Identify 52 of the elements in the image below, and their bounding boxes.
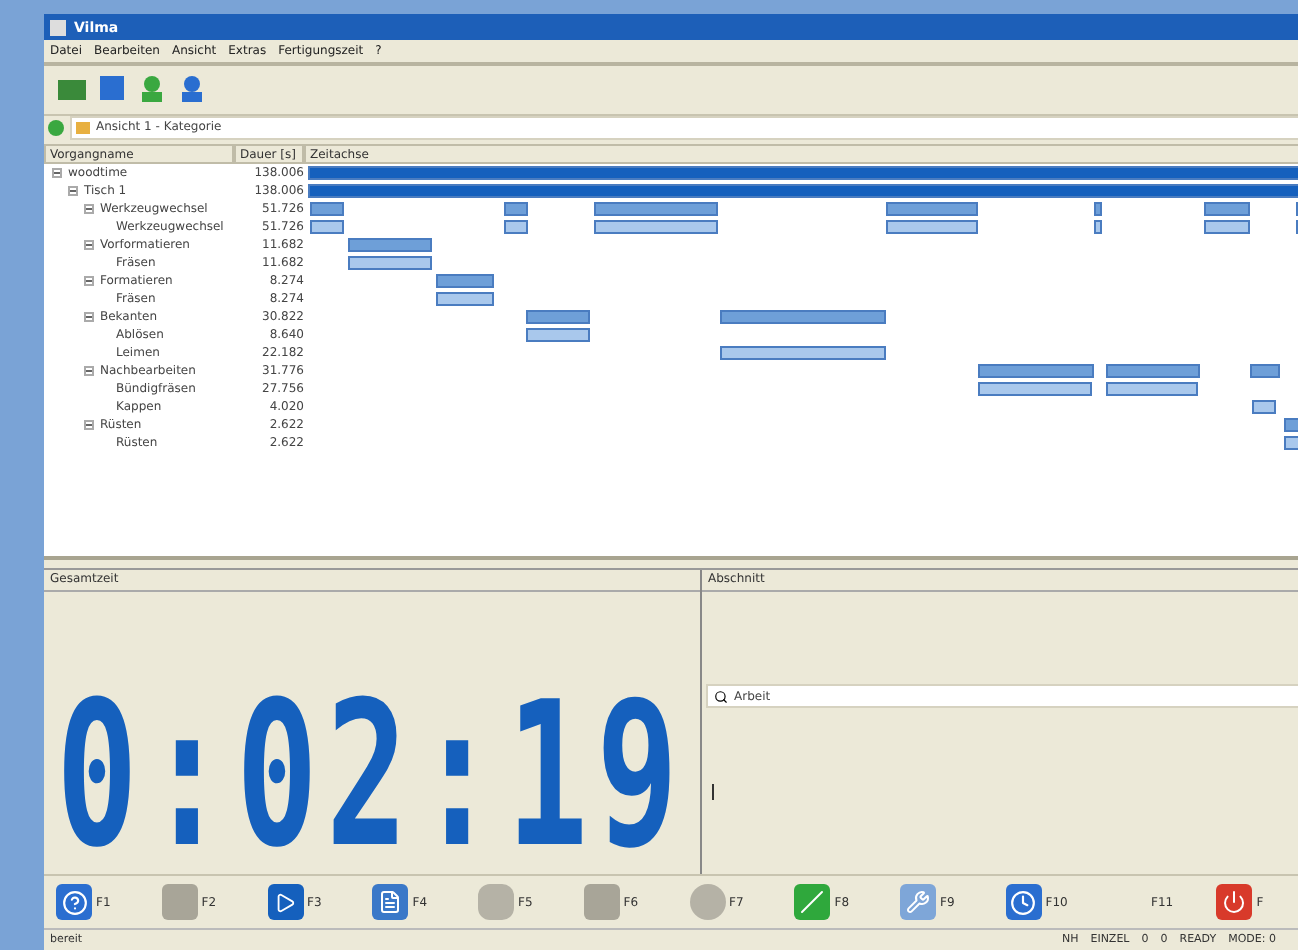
timeline-bar: [1250, 364, 1280, 378]
timeline-bar: [594, 202, 718, 216]
tree-toggle[interactable]: [84, 276, 94, 286]
timeline-bar: [348, 238, 432, 252]
timeline-bar: [310, 202, 344, 216]
timeline-bar: [1284, 418, 1298, 432]
timeline-bar: [1204, 202, 1250, 216]
power-icon: [1216, 884, 1253, 920]
timeline-bar: [978, 382, 1092, 396]
save-icon[interactable]: [96, 74, 128, 102]
timeline-bar: [1204, 220, 1250, 234]
tree-toggle[interactable]: [84, 312, 94, 322]
timeline-bar: [1284, 436, 1298, 450]
search-icon: [714, 689, 728, 703]
app-icon: [50, 19, 66, 35]
tree-toggle[interactable]: [84, 204, 94, 214]
help-icon: [56, 884, 92, 920]
timeline-bar: [886, 202, 978, 216]
circle-icon: [689, 884, 725, 920]
tree-toggle[interactable]: [84, 366, 94, 376]
tree-toggle[interactable]: [84, 240, 94, 250]
slash-icon: [794, 884, 831, 920]
tree-toggle[interactable]: [68, 186, 78, 196]
timeline-bar: [594, 220, 718, 234]
clock-icon: [1005, 884, 1042, 920]
square-icon: [161, 884, 198, 920]
folder-icon[interactable]: [56, 74, 88, 102]
timeline-bar: [1252, 400, 1276, 414]
play-icon: [267, 884, 303, 920]
timeline-bar: [436, 292, 494, 306]
hexagon-icon: [478, 884, 514, 920]
timeline-bar: [886, 220, 978, 234]
wrench-icon: [900, 884, 936, 920]
timeline-bar: [1106, 364, 1200, 378]
timeline-bar: [1094, 202, 1102, 216]
timeline-bar: [436, 274, 494, 288]
timeline-bar: [526, 328, 590, 342]
timeline-bar: [978, 364, 1094, 378]
tree-toggle[interactable]: [84, 420, 94, 430]
timeline-bar: [1094, 220, 1102, 234]
folder-icon: [76, 120, 90, 134]
text-cursor: [712, 784, 714, 800]
square-icon: [583, 884, 620, 920]
timeline-bar: [504, 220, 528, 234]
timeline-bar: [348, 256, 432, 270]
tree-toggle[interactable]: [52, 168, 62, 178]
timeline-bar: [1106, 382, 1198, 396]
timeline-bar: [526, 310, 590, 324]
timeline-bar: [310, 220, 344, 234]
document-icon: [372, 884, 409, 920]
clock-display: 0:02:19: [56, 686, 687, 866]
timeline-bar: [504, 202, 528, 216]
